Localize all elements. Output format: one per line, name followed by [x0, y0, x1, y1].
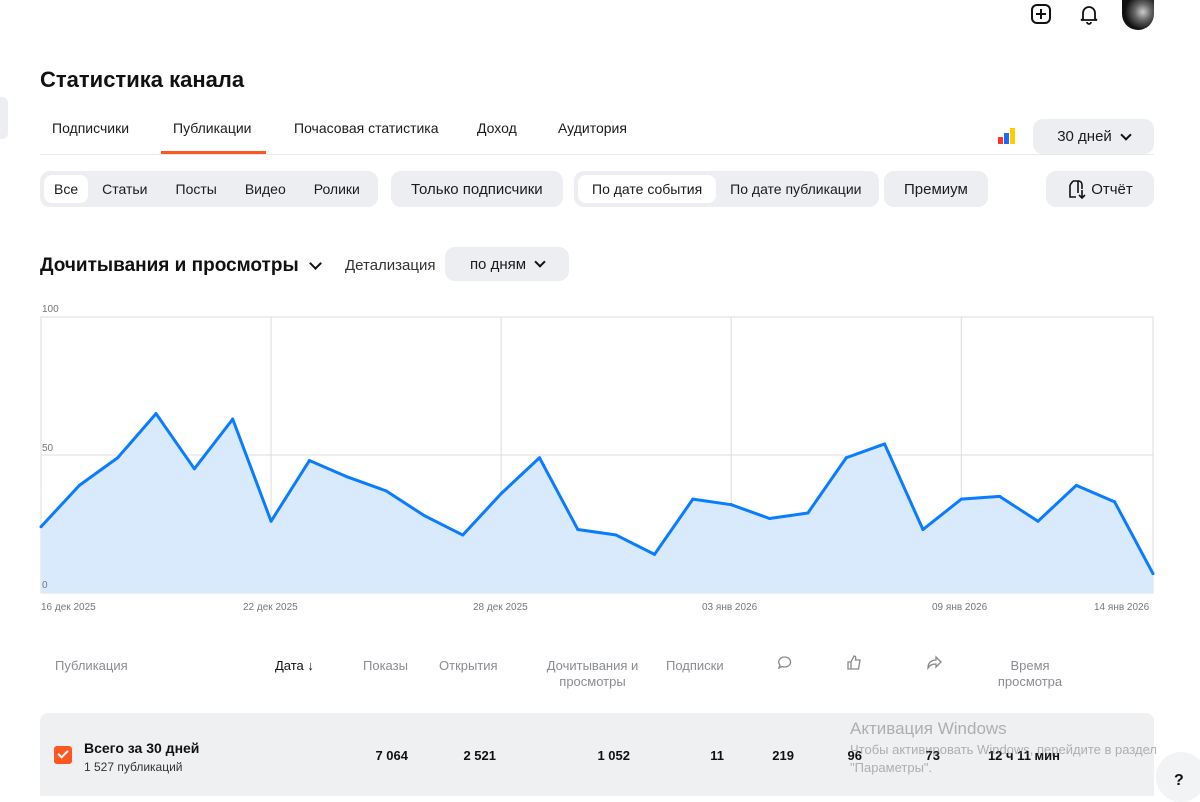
col-shows[interactable]: Показы — [363, 658, 408, 674]
data-point — [192, 467, 196, 471]
total-subs: 11 — [710, 748, 724, 763]
total-shows: 7 064 — [375, 748, 408, 763]
y-tick-label: 100 — [42, 304, 59, 315]
total-comments: 219 — [772, 748, 794, 763]
share-icon[interactable] — [926, 655, 943, 671]
y-tick-label: 0 — [42, 580, 48, 591]
data-point — [346, 475, 350, 479]
x-tick-label: 28 дек 2025 — [473, 602, 528, 613]
like-icon[interactable] — [846, 654, 863, 671]
total-title: Всего за 30 дней — [84, 740, 200, 756]
data-point — [1113, 500, 1117, 504]
data-point — [614, 533, 618, 537]
data-point — [1074, 483, 1078, 487]
data-point — [729, 503, 733, 507]
x-tick-label: 03 янв 2026 — [702, 602, 758, 613]
help-button[interactable]: ? — [1156, 752, 1200, 802]
data-point — [499, 492, 503, 496]
col-opens[interactable]: Открытия — [439, 658, 498, 674]
data-point — [231, 417, 235, 421]
col-date[interactable]: Дата ↓ — [275, 658, 314, 674]
total-likes: 96 — [847, 748, 862, 763]
x-tick-label: 22 дек 2025 — [243, 602, 298, 613]
data-point — [537, 456, 541, 460]
x-tick-label: 14 янв 2026 — [1094, 602, 1150, 613]
data-point — [307, 459, 311, 463]
col-subs[interactable]: Подписки — [666, 658, 724, 674]
data-point — [691, 497, 695, 501]
data-point — [154, 412, 158, 416]
col-publication: Публикация — [55, 658, 128, 673]
check-icon — [57, 747, 69, 759]
data-point — [959, 497, 963, 501]
chart — [39, 316, 1155, 594]
data-point — [269, 519, 273, 523]
col-reads[interactable]: Дочитывания и просмотры — [545, 658, 640, 690]
data-point — [422, 514, 426, 518]
data-point — [883, 442, 887, 446]
data-point — [461, 533, 465, 537]
data-point — [116, 456, 120, 460]
data-point — [77, 483, 81, 487]
data-point — [768, 516, 772, 520]
total-reads: 1 052 — [597, 748, 630, 763]
total-shares: 73 — [925, 748, 940, 763]
data-point — [998, 494, 1002, 498]
data-point — [653, 552, 657, 556]
data-point — [1036, 519, 1040, 523]
data-point — [844, 456, 848, 460]
data-point — [384, 489, 388, 493]
area-fill — [41, 413, 1153, 593]
x-tick-label: 09 янв 2026 — [932, 602, 988, 613]
total-subtitle: 1 527 публикаций — [84, 760, 183, 774]
col-watch-time[interactable]: Время просмотра — [995, 658, 1065, 690]
total-opens: 2 521 — [463, 748, 496, 763]
total-watch-time: 12 ч 11 мин — [987, 748, 1060, 763]
data-point — [1151, 572, 1155, 576]
data-point — [806, 511, 810, 515]
total-checkbox[interactable] — [54, 746, 72, 764]
comment-icon[interactable] — [777, 655, 793, 671]
data-point — [576, 528, 580, 532]
data-point — [921, 528, 925, 532]
y-tick-label: 50 — [42, 443, 54, 454]
x-tick-label: 16 дек 2025 — [41, 602, 96, 613]
data-point — [39, 525, 43, 529]
